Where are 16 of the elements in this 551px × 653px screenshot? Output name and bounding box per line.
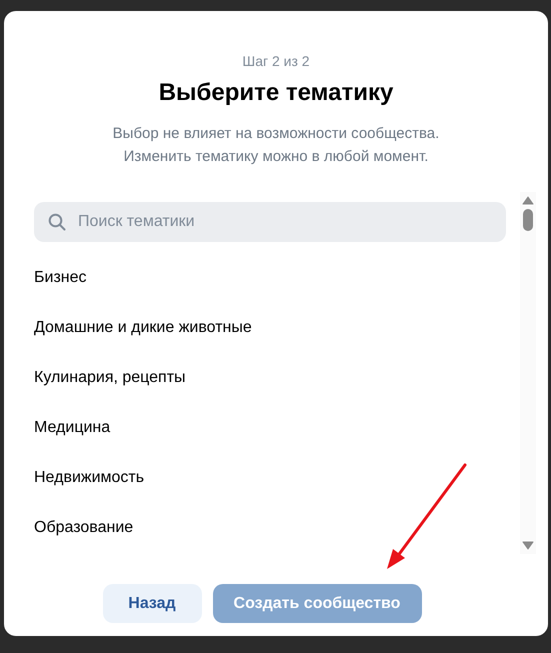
topic-item[interactable]: Медицина — [34, 418, 110, 438]
topic-item[interactable]: Кулинария, рецепты — [34, 368, 186, 388]
scroll-down-icon[interactable] — [522, 541, 534, 550]
topic-item[interactable]: Образование — [34, 518, 134, 538]
search-field[interactable]: Поиск тематики — [34, 202, 506, 242]
step-indicator: Шаг 2 из 2 — [242, 52, 310, 70]
back-button[interactable]: Назад — [102, 584, 202, 623]
topic-item[interactable]: Недвижимость — [34, 468, 144, 488]
subtitle-text: Изменить тематику можно в любой момент. — [124, 147, 428, 167]
subtitle-text: Выбор не влияет на возможности сообщества. — [112, 124, 440, 144]
scrollbar[interactable] — [520, 192, 536, 554]
dialog-title: Выберите тематику — [158, 78, 394, 108]
topic-item[interactable]: Домашние и дикие животные — [34, 318, 252, 338]
scroll-up-icon[interactable] — [522, 196, 534, 205]
scroll-thumb[interactable] — [523, 209, 533, 231]
topic-item[interactable]: Бизнес — [34, 268, 87, 288]
